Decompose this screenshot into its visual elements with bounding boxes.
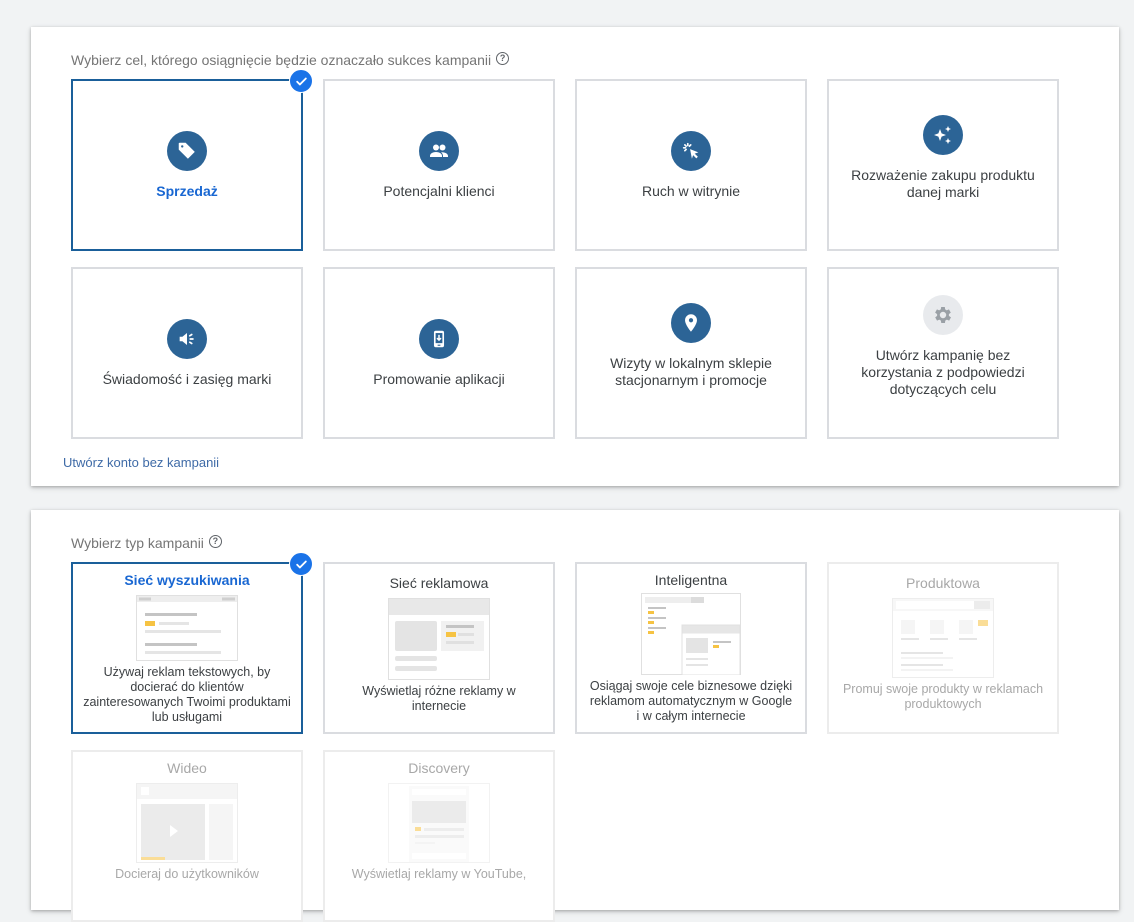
campaign-type-description: Osiągaj swoje cele biznesowe dzięki rekl… xyxy=(589,679,793,723)
phone-download-icon xyxy=(419,318,459,359)
goal-label: Rozważenie zakupu produktu danej marki xyxy=(851,167,1035,200)
create-account-without-campaign-link[interactable]: Utwórz konto bez kampanii xyxy=(63,455,219,470)
campaign-type-title: Sieć reklamowa xyxy=(389,575,489,591)
campaign-type-discovery: Discovery Wyświetlaj reklamy w YouTube, xyxy=(323,750,555,922)
campaign-type-heading: Wybierz typ kampanii ? xyxy=(71,534,222,551)
display-ads-illustration xyxy=(388,598,490,680)
campaign-type-display[interactable]: Sieć reklamowa Wyświetlaj różne reklamy … xyxy=(323,562,555,734)
video-ads-illustration xyxy=(136,783,238,863)
campaign-type-description: Wyświetlaj różne reklamy w internecie xyxy=(362,684,516,713)
campaign-type-description: Wyświetlaj reklamy w YouTube, xyxy=(351,867,527,881)
campaign-type-title: Discovery xyxy=(408,760,470,776)
sparkle-icon xyxy=(923,115,963,155)
tag-icon xyxy=(167,130,207,171)
help-icon[interactable]: ? xyxy=(208,534,222,548)
goal-label: Potencjalni klienci xyxy=(383,182,495,199)
goal-label: Promowanie aplikacji xyxy=(373,370,505,387)
check-icon xyxy=(289,552,313,576)
campaign-type-search[interactable]: Sieć wyszukiwania Używaj reklam tekstowy… xyxy=(71,552,313,734)
campaign-type-title: Sieć wyszukiwania xyxy=(124,572,250,588)
goal-label: Ruch w witrynie xyxy=(641,182,741,199)
megaphone-icon xyxy=(167,318,207,359)
campaign-type-smart[interactable]: Inteligentna Osiągaj swoje cele biznesow… xyxy=(575,562,807,734)
campaign-type-video: Wideo Docieraj do użytkowników xyxy=(71,750,303,922)
goal-card-leads[interactable]: Potencjalni klienci xyxy=(323,79,555,251)
campaign-type-shopping: Produktowa Promuj swoje produkty w rekla… xyxy=(827,562,1059,734)
campaign-type-description: Promuj swoje produkty w reklamach produk… xyxy=(842,682,1044,711)
search-ads-illustration xyxy=(136,595,238,661)
goal-card-no-goal[interactable]: Utwórz kampanię bez korzystania z podpow… xyxy=(827,267,1059,439)
goal-card-local-store-visits[interactable]: Wizyty w lokalnym sklepie stacjonarnym i… xyxy=(575,267,807,439)
gear-icon xyxy=(923,294,963,335)
discovery-ads-illustration xyxy=(388,783,490,863)
goal-card-website-traffic[interactable]: Ruch w witrynie xyxy=(575,79,807,251)
shopping-ads-illustration xyxy=(892,598,994,678)
goal-card-app-promotion[interactable]: Promowanie aplikacji xyxy=(323,267,555,439)
cursor-click-icon xyxy=(671,130,711,171)
goal-section-title: Wybierz cel, którego osiągnięcie będzie … xyxy=(71,52,492,68)
goal-label: Sprzedaż xyxy=(156,182,218,199)
campaign-type-panel: Wybierz typ kampanii ? Sieć wyszukiwania xyxy=(31,510,1119,922)
campaign-type-title: Produktowa xyxy=(906,575,980,591)
goal-card-sales[interactable]: Sprzedaż xyxy=(71,69,313,251)
location-pin-icon xyxy=(671,303,711,343)
goal-card-brand-awareness[interactable]: Świadomość i zasięg marki xyxy=(71,267,303,439)
goal-label: Świadomość i zasięg marki xyxy=(102,370,272,387)
help-icon[interactable]: ? xyxy=(496,51,510,65)
campaign-type-description: Docieraj do użytkowników xyxy=(115,867,259,881)
goal-card-brand-consideration[interactable]: Rozważenie zakupu produktu danej marki xyxy=(827,79,1059,251)
campaign-type-title: Wideo xyxy=(167,760,207,776)
goal-label: Utwórz kampanię bez korzystania z podpow… xyxy=(861,346,1025,397)
campaign-type-title: Inteligentna xyxy=(654,572,728,588)
people-icon xyxy=(419,130,459,171)
check-icon xyxy=(289,69,313,93)
smart-ads-illustration xyxy=(641,593,741,675)
goal-label: Wizyty w lokalnym sklepie stacjonarnym i… xyxy=(610,355,772,388)
campaign-type-title: Wybierz typ kampanii xyxy=(71,535,204,551)
campaign-type-description: Używaj reklam tekstowych, by docierać do… xyxy=(83,665,291,724)
goal-selection-panel: Wybierz cel, którego osiągnięcie będzie … xyxy=(31,27,1119,486)
goal-section-heading: Wybierz cel, którego osiągnięcie będzie … xyxy=(71,51,510,68)
